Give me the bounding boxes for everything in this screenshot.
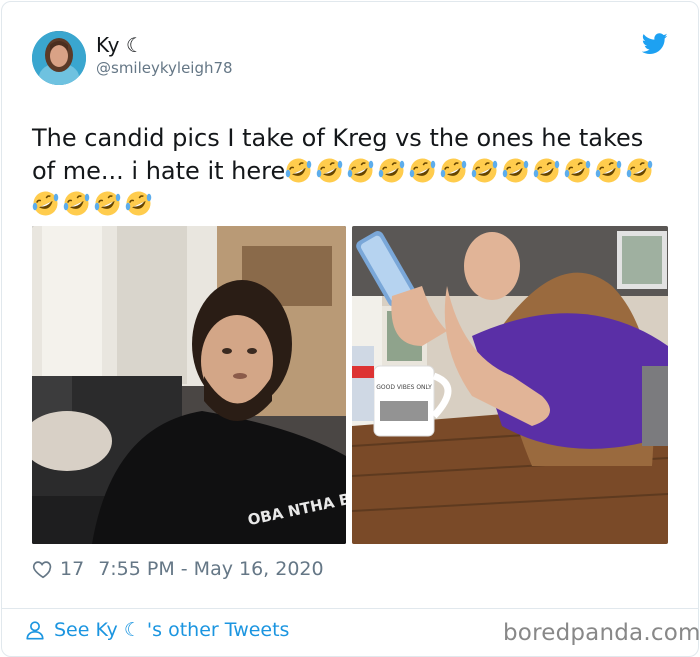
rolling-on-floor-laughing-emoji xyxy=(316,158,343,183)
watermark: boredpanda.com xyxy=(503,620,700,646)
twitter-bird-icon[interactable] xyxy=(642,33,668,55)
rolling-on-floor-laughing-emoji xyxy=(409,158,436,183)
rolling-on-floor-laughing-emoji xyxy=(502,158,529,183)
like-count: 17 xyxy=(60,558,85,580)
photo-ky[interactable]: GOOD VIBES ONLY xyxy=(352,226,668,544)
user-handle[interactable]: @smileykyleigh78 xyxy=(96,59,233,77)
rolling-on-floor-laughing-emoji xyxy=(378,158,405,183)
rolling-on-floor-laughing-emoji xyxy=(285,158,312,183)
see-other-tweets-label: See Ky ☾ 's other Tweets xyxy=(54,619,290,641)
rolling-on-floor-laughing-emoji xyxy=(626,158,653,183)
photo-kreg[interactable]: OBA NTHA BEA S xyxy=(32,226,346,544)
rolling-on-floor-laughing-emoji xyxy=(125,191,152,216)
footer-divider xyxy=(1,608,698,609)
mug-print: GOOD VIBES ONLY xyxy=(376,384,432,391)
rolling-on-floor-laughing-emoji xyxy=(63,191,90,216)
display-name[interactable]: Ky ☾ xyxy=(96,33,144,57)
rolling-on-floor-laughing-emoji xyxy=(32,191,59,216)
rolling-on-floor-laughing-emoji xyxy=(440,158,467,183)
tweet-text: The candid pics I take of Kreg vs the on… xyxy=(32,122,672,221)
rolling-on-floor-laughing-emoji xyxy=(94,191,121,216)
rolling-on-floor-laughing-emoji xyxy=(533,158,560,183)
tweet-meta: 17 7:55 PM - May 16, 2020 xyxy=(32,556,324,582)
avatar[interactable] xyxy=(32,31,86,85)
rolling-on-floor-laughing-emoji xyxy=(564,158,591,183)
rolling-on-floor-laughing-emoji xyxy=(471,158,498,183)
tweet-timestamp[interactable]: 7:55 PM - May 16, 2020 xyxy=(98,558,323,580)
heart-icon[interactable] xyxy=(32,558,54,580)
rolling-on-floor-laughing-emoji xyxy=(347,158,374,183)
see-other-tweets-link[interactable]: See Ky ☾ 's other Tweets xyxy=(24,619,289,641)
person-icon xyxy=(26,621,44,640)
rolling-on-floor-laughing-emoji xyxy=(595,158,622,183)
